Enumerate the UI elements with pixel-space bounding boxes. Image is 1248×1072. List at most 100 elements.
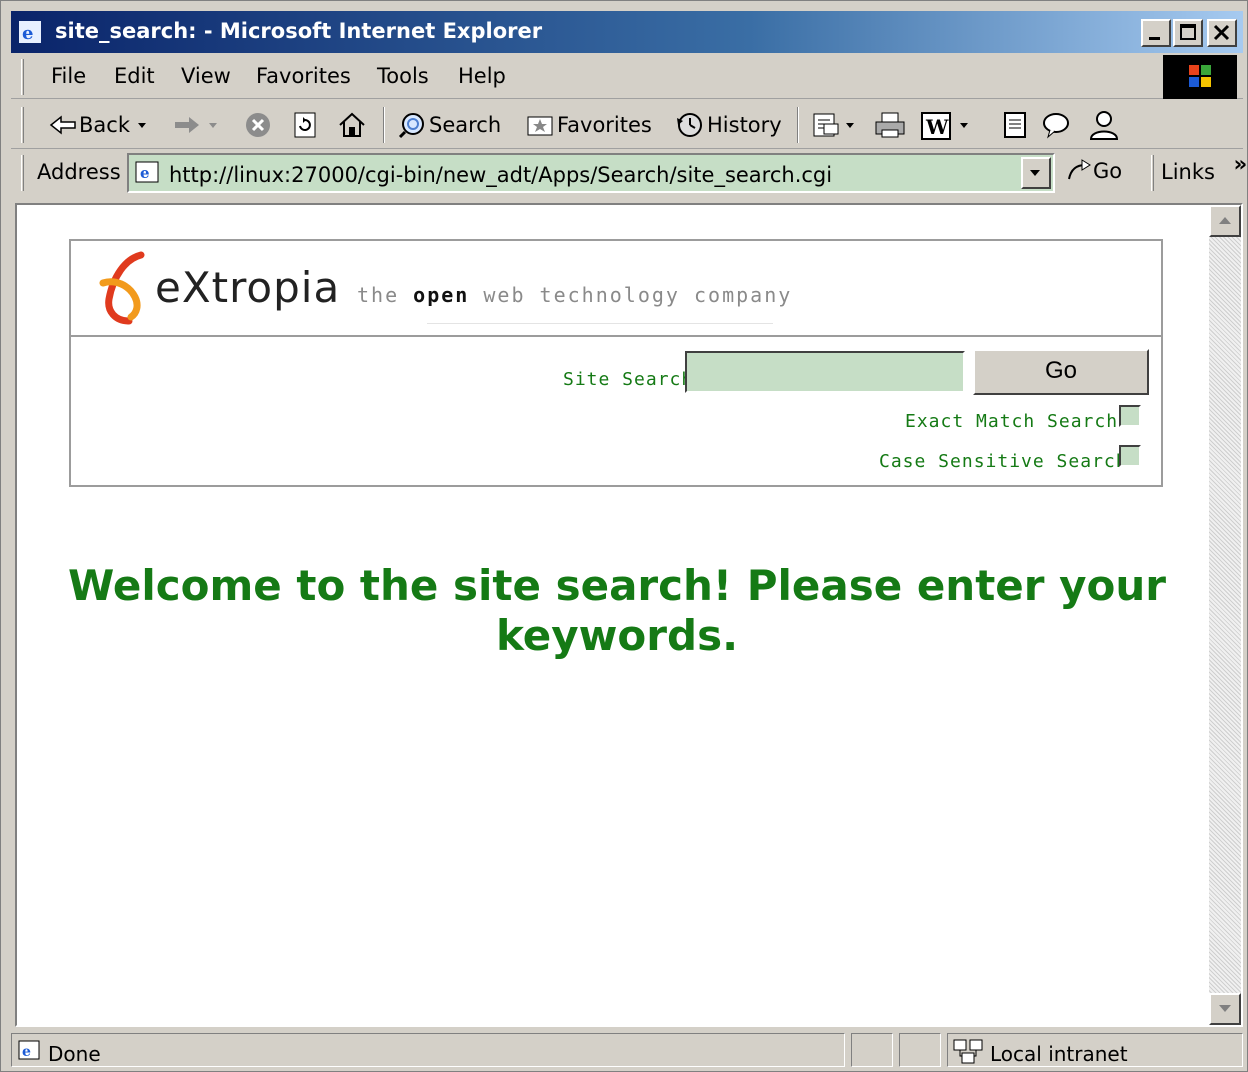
logo-tagline: the open web technology company <box>357 283 792 307</box>
tagline-post: web technology company <box>469 283 793 307</box>
mail-button[interactable] <box>811 109 859 141</box>
site-search-label: Site Search <box>563 369 694 390</box>
status-security-cell <box>899 1033 941 1067</box>
status-text-cell: e Done <box>11 1033 845 1067</box>
addressbar-grip[interactable] <box>21 155 24 191</box>
history-button[interactable]: History <box>673 109 782 141</box>
links-chevron[interactable]: » <box>1234 152 1248 176</box>
arrow-up-icon <box>1219 217 1231 224</box>
search-panel: eXtropia the open web technology company… <box>69 239 1163 487</box>
tagline-pre: the <box>357 283 414 307</box>
address-field[interactable]: e http://linux:27000/cgi-bin/new_adt/App… <box>127 153 1055 193</box>
menu-help[interactable]: Help <box>458 64 506 88</box>
back-button[interactable]: Back <box>49 109 152 141</box>
site-search-input[interactable] <box>685 351 965 393</box>
tagline-underline <box>427 323 773 324</box>
svg-text:e: e <box>22 23 33 43</box>
print-button[interactable] <box>873 109 907 141</box>
case-sensitive-checkbox[interactable] <box>1119 445 1141 467</box>
stop-button[interactable] <box>243 109 273 141</box>
menu-tools[interactable]: Tools <box>377 64 429 88</box>
close-icon <box>1213 24 1230 41</box>
links-label: Links <box>1161 160 1215 184</box>
page-viewport: eXtropia the open web technology company… <box>15 203 1243 1027</box>
exact-match-label: Exact Match Search <box>905 411 1119 432</box>
favorites-button[interactable]: Favorites <box>525 109 652 141</box>
stop-icon <box>246 113 270 137</box>
page-icon: e <box>135 161 161 190</box>
chevron-down-icon <box>1030 170 1040 176</box>
forward-button[interactable] <box>171 109 223 141</box>
menu-favorites[interactable]: Favorites <box>256 64 351 88</box>
back-label: Back <box>79 113 130 137</box>
address-label: Address <box>37 160 121 184</box>
history-label: History <box>707 113 782 137</box>
menu-edit[interactable]: Edit <box>114 64 155 88</box>
home-button[interactable] <box>337 109 367 141</box>
ie-icon: e <box>19 21 41 44</box>
word-edit-icon: W <box>921 112 951 140</box>
search-icon <box>398 113 424 139</box>
exact-match-checkbox[interactable] <box>1119 405 1141 427</box>
chevron-down-icon <box>846 123 854 128</box>
vertical-scrollbar[interactable] <box>1209 205 1241 1025</box>
maximize-button[interactable] <box>1173 19 1203 47</box>
menu-view[interactable]: View <box>181 64 231 88</box>
address-go-button[interactable]: Go <box>1065 157 1122 185</box>
chevron-down-icon <box>209 123 217 128</box>
links-button[interactable]: Links » <box>1161 152 1247 184</box>
links-grip[interactable] <box>1151 155 1154 191</box>
status-zone-cell: Local intranet <box>947 1033 1243 1067</box>
scroll-down-button[interactable] <box>1209 993 1241 1025</box>
address-url[interactable]: http://linux:27000/cgi-bin/new_adt/Apps/… <box>169 163 832 187</box>
back-arrow-icon <box>49 115 76 135</box>
document-icon <box>1004 112 1026 138</box>
user-icon <box>1089 111 1119 140</box>
refresh-button[interactable] <box>291 109 319 141</box>
title-bar[interactable]: e site_search: - Microsoft Internet Expl… <box>11 11 1243 53</box>
edit-button[interactable]: W <box>919 109 975 141</box>
toolbar-separator <box>383 107 385 143</box>
search-go-button[interactable]: Go <box>973 349 1149 395</box>
windows-flag-icon <box>1189 65 1211 87</box>
user-button[interactable] <box>1087 109 1121 141</box>
address-dropdown-button[interactable] <box>1021 157 1051 189</box>
svg-text:W: W <box>925 115 949 139</box>
minimize-button[interactable] <box>1141 19 1171 47</box>
windows-logo <box>1163 55 1237 99</box>
page-done-icon: e <box>18 1040 42 1067</box>
mail-icon <box>813 113 839 137</box>
close-button[interactable] <box>1207 19 1237 47</box>
go-arrow-icon <box>1068 159 1091 180</box>
address-go-label: Go <box>1093 159 1123 183</box>
search-button[interactable]: Search <box>397 109 501 141</box>
favorites-icon <box>527 116 553 136</box>
address-bar: Address e http://linux:27000/cgi-bin/new… <box>11 151 1247 197</box>
messenger-button[interactable] <box>1041 109 1075 141</box>
maximize-icon <box>1180 24 1196 40</box>
toolbar-grip[interactable] <box>21 107 24 143</box>
svg-text:e: e <box>140 164 150 182</box>
menu-file[interactable]: File <box>51 64 86 88</box>
status-bar: e Done Local intranet <box>11 1031 1243 1069</box>
search-label: Search <box>429 113 502 137</box>
intranet-icon <box>952 1038 984 1069</box>
status-progress-cell <box>851 1033 893 1067</box>
print-icon <box>875 112 905 138</box>
case-sensitive-label: Case Sensitive Search <box>879 451 1128 472</box>
tagline-bold: open <box>413 283 470 307</box>
scroll-up-button[interactable] <box>1209 205 1241 237</box>
discuss-button[interactable] <box>1001 109 1029 141</box>
logo-header: eXtropia the open web technology company <box>71 241 1161 337</box>
standard-toolbar: Back Search Favorites History W <box>11 101 1243 149</box>
logo-wordmark: eXtropia <box>155 263 341 312</box>
history-icon <box>677 113 702 137</box>
favorites-label: Favorites <box>557 113 652 137</box>
refresh-icon <box>294 112 316 138</box>
home-icon <box>339 112 365 137</box>
extropia-logo-icon <box>99 251 145 325</box>
menubar-grip[interactable] <box>21 59 24 95</box>
toolbar-separator <box>797 107 799 143</box>
zone-text: Local intranet <box>990 1042 1128 1066</box>
window-title: site_search: - Microsoft Internet Explor… <box>55 19 543 43</box>
